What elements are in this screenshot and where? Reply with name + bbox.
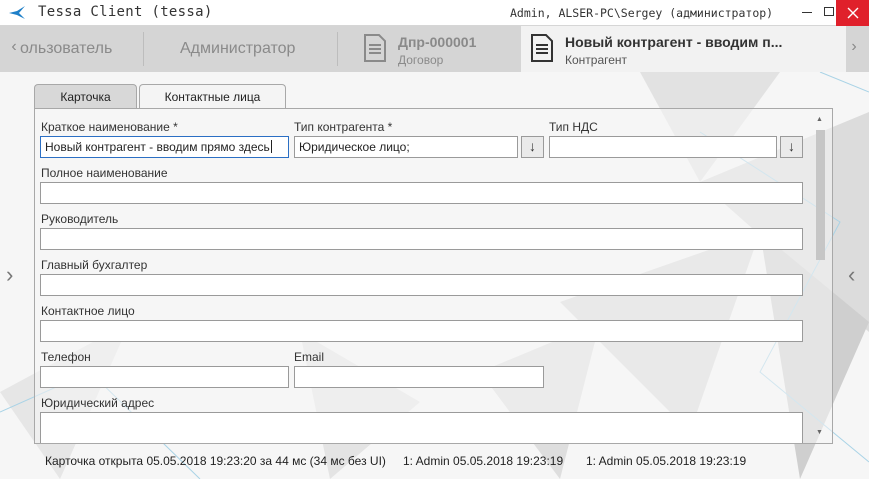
current-user-info: Admin, ALSER-PC\Sergey (администратор) <box>510 6 774 20</box>
tab-divider <box>337 32 338 66</box>
document-icon <box>364 34 386 62</box>
tessa-logo-icon <box>9 6 25 19</box>
contact-person-input[interactable] <box>40 320 803 342</box>
status-bar: Карточка открыта 05.05.2018 19:23:20 за … <box>0 451 869 471</box>
maximize-icon <box>824 7 834 16</box>
tab-divider <box>143 32 144 66</box>
tab-users[interactable]: ользователь <box>20 40 112 58</box>
contractor-type-label: Тип контрагента * <box>294 120 393 134</box>
arrow-down-icon: ↓ <box>529 138 536 154</box>
tab-title: Новый контрагент - вводим п... <box>565 34 783 50</box>
chief-accountant-input[interactable] <box>40 274 803 296</box>
director-label: Руководитель <box>41 212 119 226</box>
card-workspace: ‹ ‹ Карточка Контактные лица Краткое наи… <box>0 72 869 479</box>
short-name-value: Новый контрагент - вводим прямо здесь <box>45 140 270 154</box>
contractor-type-dropdown-button[interactable]: ↓ <box>521 136 544 158</box>
card-opened-status: Карточка открыта 05.05.2018 19:23:20 за … <box>45 454 386 468</box>
tab-administrator[interactable]: Администратор <box>180 40 295 58</box>
director-input[interactable] <box>40 228 803 250</box>
tabs-scroll-right-button[interactable]: › <box>848 38 860 56</box>
tab-new-contractor[interactable]: Новый контрагент - вводим п... Контраген… <box>521 26 846 72</box>
minimize-icon <box>802 12 812 13</box>
text-caret <box>270 140 272 153</box>
window-title: Tessa Client (tessa) <box>38 4 213 20</box>
arrow-down-icon: ↓ <box>788 138 795 154</box>
tab-contract[interactable]: Дпр-000001 Договор <box>354 26 520 72</box>
contractor-type-field[interactable]: Юридическое лицо; <box>294 136 518 158</box>
phone-label: Телефон <box>41 350 91 364</box>
legal-address-label: Юридический адрес <box>41 396 155 410</box>
tab-title: Дпр-000001 <box>398 34 477 50</box>
contact-person-label: Контактное лицо <box>41 304 135 318</box>
chief-accountant-label: Главный бухгалтер <box>41 258 148 272</box>
status-entry: 1: Admin 05.05.2018 19:23:19 <box>586 454 747 468</box>
scroll-up-icon[interactable]: ▲ <box>816 116 823 123</box>
form-scrollbar[interactable]: ▲ ▼ <box>814 114 828 440</box>
right-panel-toggle-button[interactable]: ‹ <box>848 262 855 288</box>
email-input[interactable] <box>294 366 544 388</box>
email-label: Email <box>294 350 325 364</box>
vat-type-dropdown-button[interactable]: ↓ <box>780 136 803 158</box>
tab-card[interactable]: Карточка <box>34 84 137 109</box>
document-icon <box>531 34 553 62</box>
short-name-label: Краткое наименование * <box>41 120 178 134</box>
tabs-scroll-left-button[interactable]: ‹ <box>8 38 20 56</box>
scrollbar-thumb[interactable] <box>816 130 825 260</box>
full-name-input[interactable] <box>40 182 803 204</box>
legal-address-input[interactable] <box>40 412 803 443</box>
close-icon <box>847 7 858 19</box>
tab-subtitle: Договор <box>398 53 444 67</box>
phone-input[interactable] <box>40 366 289 388</box>
tab-subtitle: Контрагент <box>565 53 628 67</box>
vat-type-label: Тип НДС <box>549 120 598 134</box>
vat-type-field[interactable] <box>549 136 777 158</box>
short-name-input[interactable]: Новый контрагент - вводим прямо здесь <box>40 136 289 158</box>
status-entry: 1: Admin 05.05.2018 19:23:19 <box>403 454 564 468</box>
full-name-label: Полное наименование <box>41 166 168 180</box>
scroll-down-icon[interactable]: ▼ <box>816 429 823 436</box>
open-tabs-strip: ‹ ользователь Администратор Дпр-000001 Д… <box>0 26 869 72</box>
title-bar: Tessa Client (tessa) Admin, ALSER-PC\Ser… <box>0 0 869 26</box>
card-form-panel: Краткое наименование * Новый контрагент … <box>34 108 833 444</box>
tab-contact-persons[interactable]: Контактные лица <box>139 84 286 109</box>
close-button[interactable] <box>836 0 869 26</box>
left-panel-toggle-button[interactable]: ‹ <box>6 262 13 288</box>
